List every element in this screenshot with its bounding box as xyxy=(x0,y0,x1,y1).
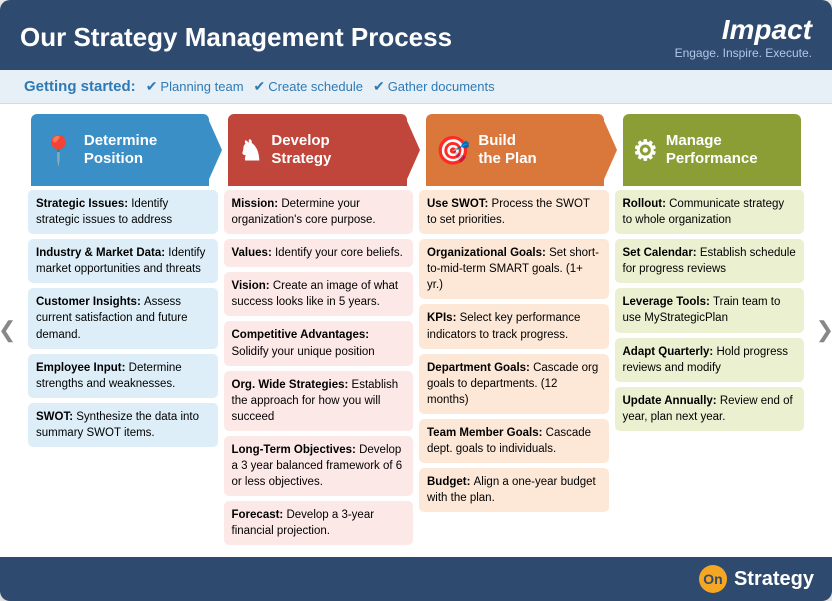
item-title: Forecast: xyxy=(232,509,287,521)
item-title: SWOT: xyxy=(36,411,76,423)
gs-item-planning: ✔ Planning team xyxy=(146,78,244,95)
item-title: Leverage Tools: xyxy=(623,296,714,308)
list-item: Leverage Tools: Train team to use MyStra… xyxy=(615,288,805,332)
list-item: Team Member Goals: Cascade dept. goals t… xyxy=(419,419,609,463)
list-item: Organizational Goals: Set short-to-mid-t… xyxy=(419,239,609,299)
gs-label: Getting started: xyxy=(24,78,136,95)
page-title: Our Strategy Management Process xyxy=(20,22,452,53)
check-icon-3: ✔ xyxy=(373,78,385,95)
item-title: Customer Insights: xyxy=(36,296,144,308)
check-icon: ✔ xyxy=(146,78,158,95)
list-item: Use SWOT: Process the SWOT to set priori… xyxy=(419,190,609,234)
col-body-manage: Rollout: Communicate strategy to whole o… xyxy=(615,190,805,545)
col-title-manage: ManagePerformance xyxy=(666,132,758,168)
main-card: Our Strategy Management Process Impact E… xyxy=(0,0,832,601)
item-title: Competitive Advantages: xyxy=(232,329,370,341)
list-item: Forecast: Develop a 3-year financial pro… xyxy=(224,501,414,545)
list-item: Customer Insights: Assess current satisf… xyxy=(28,288,218,348)
item-title: Strategic Issues: xyxy=(36,198,131,210)
item-title: Department Goals: xyxy=(427,362,533,374)
list-item: SWOT: Synthesize the data into summary S… xyxy=(28,403,218,447)
item-title: Team Member Goals: xyxy=(427,427,546,439)
develop-icon: ♞ xyxy=(238,134,263,167)
col-title-develop: DevelopStrategy xyxy=(271,132,331,168)
item-title: Rollout: xyxy=(623,198,670,210)
list-item: Org. Wide Strategies: Establish the appr… xyxy=(224,371,414,431)
list-item: Set Calendar: Establish schedule for pro… xyxy=(615,239,805,283)
list-item: Industry & Market Data: Identify market … xyxy=(28,239,218,283)
item-title: Industry & Market Data: xyxy=(36,247,168,259)
list-item: KPIs: Select key performance indicators … xyxy=(419,304,609,348)
item-title: Budget: xyxy=(427,476,474,488)
col-header-determine: 📍 DeterminePosition xyxy=(31,114,209,186)
item-title: Update Annually: xyxy=(623,395,720,407)
list-item: Update Annually: Review end of year, pla… xyxy=(615,387,805,431)
getting-started-bar: Getting started: ✔ Planning team ✔ Creat… xyxy=(0,70,832,104)
list-item: Department Goals: Cascade org goals to d… xyxy=(419,354,609,414)
item-title: Organizational Goals: xyxy=(427,247,549,259)
brand-tagline: Engage. Inspire. Execute. xyxy=(675,46,812,60)
list-item: Adapt Quarterly: Hold progress reviews a… xyxy=(615,338,805,382)
check-icon-2: ✔ xyxy=(254,78,266,95)
gs-item-schedule: ✔ Create schedule xyxy=(254,78,363,95)
list-item: Employee Input: Determine strengths and … xyxy=(28,354,218,398)
item-title: Set Calendar: xyxy=(623,247,700,259)
on-circle: On xyxy=(699,565,727,593)
content-area: Strategic Issues: Identify strategic iss… xyxy=(18,190,814,555)
item-title: Values: xyxy=(232,247,275,259)
footer-brand-text: Strategy xyxy=(734,568,814,591)
list-item: Rollout: Communicate strategy to whole o… xyxy=(615,190,805,234)
gs-item-documents: ✔ Gather documents xyxy=(373,78,495,95)
item-title: Mission: xyxy=(232,198,282,210)
item-title: KPIs: xyxy=(427,312,460,324)
list-item: Strategic Issues: Identify strategic iss… xyxy=(28,190,218,234)
col-header-build: 🎯 Buildthe Plan xyxy=(426,114,604,186)
nav-right-arrow[interactable]: ❯ xyxy=(816,317,832,343)
item-title: Employee Input: xyxy=(36,362,129,374)
brand-block: Impact Engage. Inspire. Execute. xyxy=(675,14,812,60)
arrow-build xyxy=(601,114,617,186)
item-body: Identify your core beliefs. xyxy=(275,247,403,259)
content-wrapper: ❮ ❯ 📍 DeterminePosition ♞ DevelopStrateg… xyxy=(0,104,832,555)
build-icon: 🎯 xyxy=(436,134,471,167)
list-item: Mission: Determine your organization's c… xyxy=(224,190,414,234)
manage-icon: ⚙ xyxy=(633,134,658,167)
col-body-develop: Mission: Determine your organization's c… xyxy=(224,190,414,545)
arrow-develop xyxy=(404,114,420,186)
list-item: Competitive Advantages: Solidify your un… xyxy=(224,321,414,365)
col-title-build: Buildthe Plan xyxy=(478,132,536,168)
footer-brand: On Strategy xyxy=(699,565,814,593)
header: Our Strategy Management Process Impact E… xyxy=(0,0,832,70)
brand-name: Impact xyxy=(675,14,812,46)
item-body: Solidify your unique position xyxy=(232,346,375,358)
col-header-develop: ♞ DevelopStrategy xyxy=(228,114,406,186)
col-body-determine: Strategic Issues: Identify strategic iss… xyxy=(28,190,218,545)
col-body-build: Use SWOT: Process the SWOT to set priori… xyxy=(419,190,609,545)
col-header-manage: ⚙ ManagePerformance xyxy=(623,114,801,186)
item-title: Long-Term Objectives: xyxy=(232,444,360,456)
arrow-determine xyxy=(206,114,222,186)
list-item: Vision: Create an image of what success … xyxy=(224,272,414,316)
list-item: Values: Identify your core beliefs. xyxy=(224,239,414,267)
item-title: Vision: xyxy=(232,280,273,292)
nav-left-arrow[interactable]: ❮ xyxy=(0,317,16,343)
item-title: Adapt Quarterly: xyxy=(623,346,717,358)
determine-icon: 📍 xyxy=(41,134,76,167)
col-title-determine: DeterminePosition xyxy=(84,132,157,168)
item-title: Use SWOT: xyxy=(427,198,492,210)
item-title: Org. Wide Strategies: xyxy=(232,379,352,391)
footer: On Strategy xyxy=(0,557,832,601)
column-headers-row: 📍 DeterminePosition ♞ DevelopStrategy 🎯 … xyxy=(18,104,814,190)
list-item: Long-Term Objectives: Develop a 3 year b… xyxy=(224,436,414,496)
list-item: Budget: Align a one-year budget with the… xyxy=(419,468,609,512)
